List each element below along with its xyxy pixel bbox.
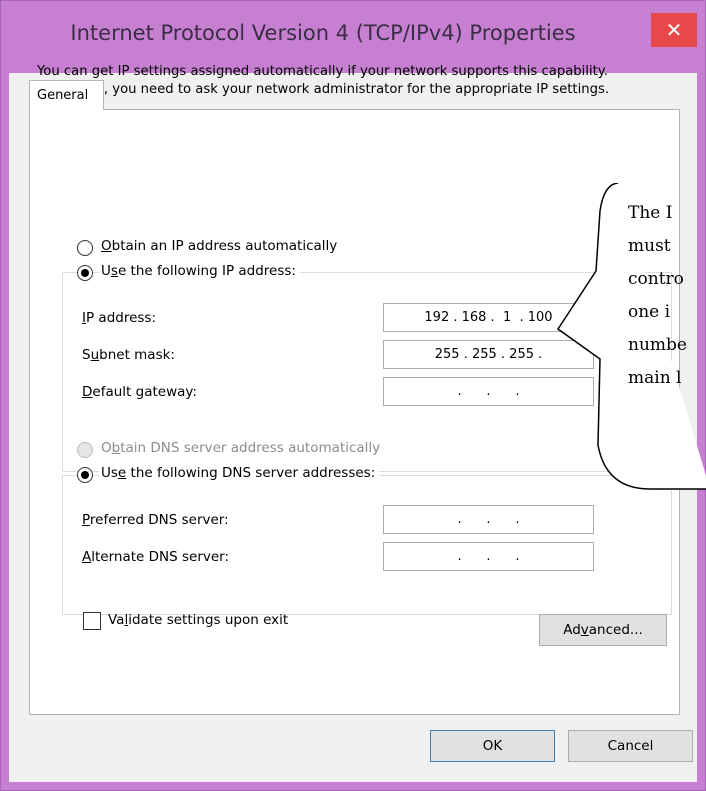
advanced-button[interactable]: Advanced... [539, 614, 667, 646]
obtain-ip-automatically-label[interactable]: Obtain an IP address automatically [101, 238, 337, 254]
intro-text: You can get IP settings assigned automat… [37, 64, 610, 97]
ok-button[interactable]: OK [430, 730, 555, 762]
alternate-dns-field[interactable]: . . . [383, 542, 594, 571]
alternate-dns-label: Alternate DNS server: [82, 549, 230, 565]
use-following-dns-radio[interactable] [77, 467, 93, 483]
obtain-dns-automatically-radio[interactable] [77, 442, 93, 458]
validate-settings-checkbox[interactable] [83, 612, 101, 630]
obtain-ip-automatically-radio[interactable] [77, 240, 93, 256]
close-button[interactable]: ✕ [651, 13, 697, 47]
annotation-callout: The Imust contro one i numbe main l [556, 183, 706, 493]
preferred-dns-label: Preferred DNS server: [82, 512, 229, 528]
validate-settings-label[interactable]: Validate settings upon exit [108, 612, 288, 628]
obtain-dns-automatically-label[interactable]: Obtain DNS server address automatically [101, 440, 380, 456]
cancel-button[interactable]: Cancel [568, 730, 693, 762]
window-title: Internet Protocol Version 4 (TCP/IPv4) P… [70, 21, 576, 45]
use-following-ip-label[interactable]: Use the following IP address: [99, 263, 300, 279]
subnet-mask-label: Subnet mask: [82, 347, 175, 363]
preferred-dns-field[interactable]: . . . [383, 505, 594, 534]
use-following-ip-radio[interactable] [77, 265, 93, 281]
close-icon: ✕ [665, 18, 683, 42]
tab-general[interactable]: General [29, 80, 104, 110]
default-gateway-label: Default gateway: [82, 384, 197, 400]
use-following-dns-label[interactable]: Use the following DNS server addresses: [99, 465, 380, 481]
callout-text: The Imust contro one i numbe main l [628, 203, 687, 388]
ip-address-label: IP address: [82, 310, 157, 326]
